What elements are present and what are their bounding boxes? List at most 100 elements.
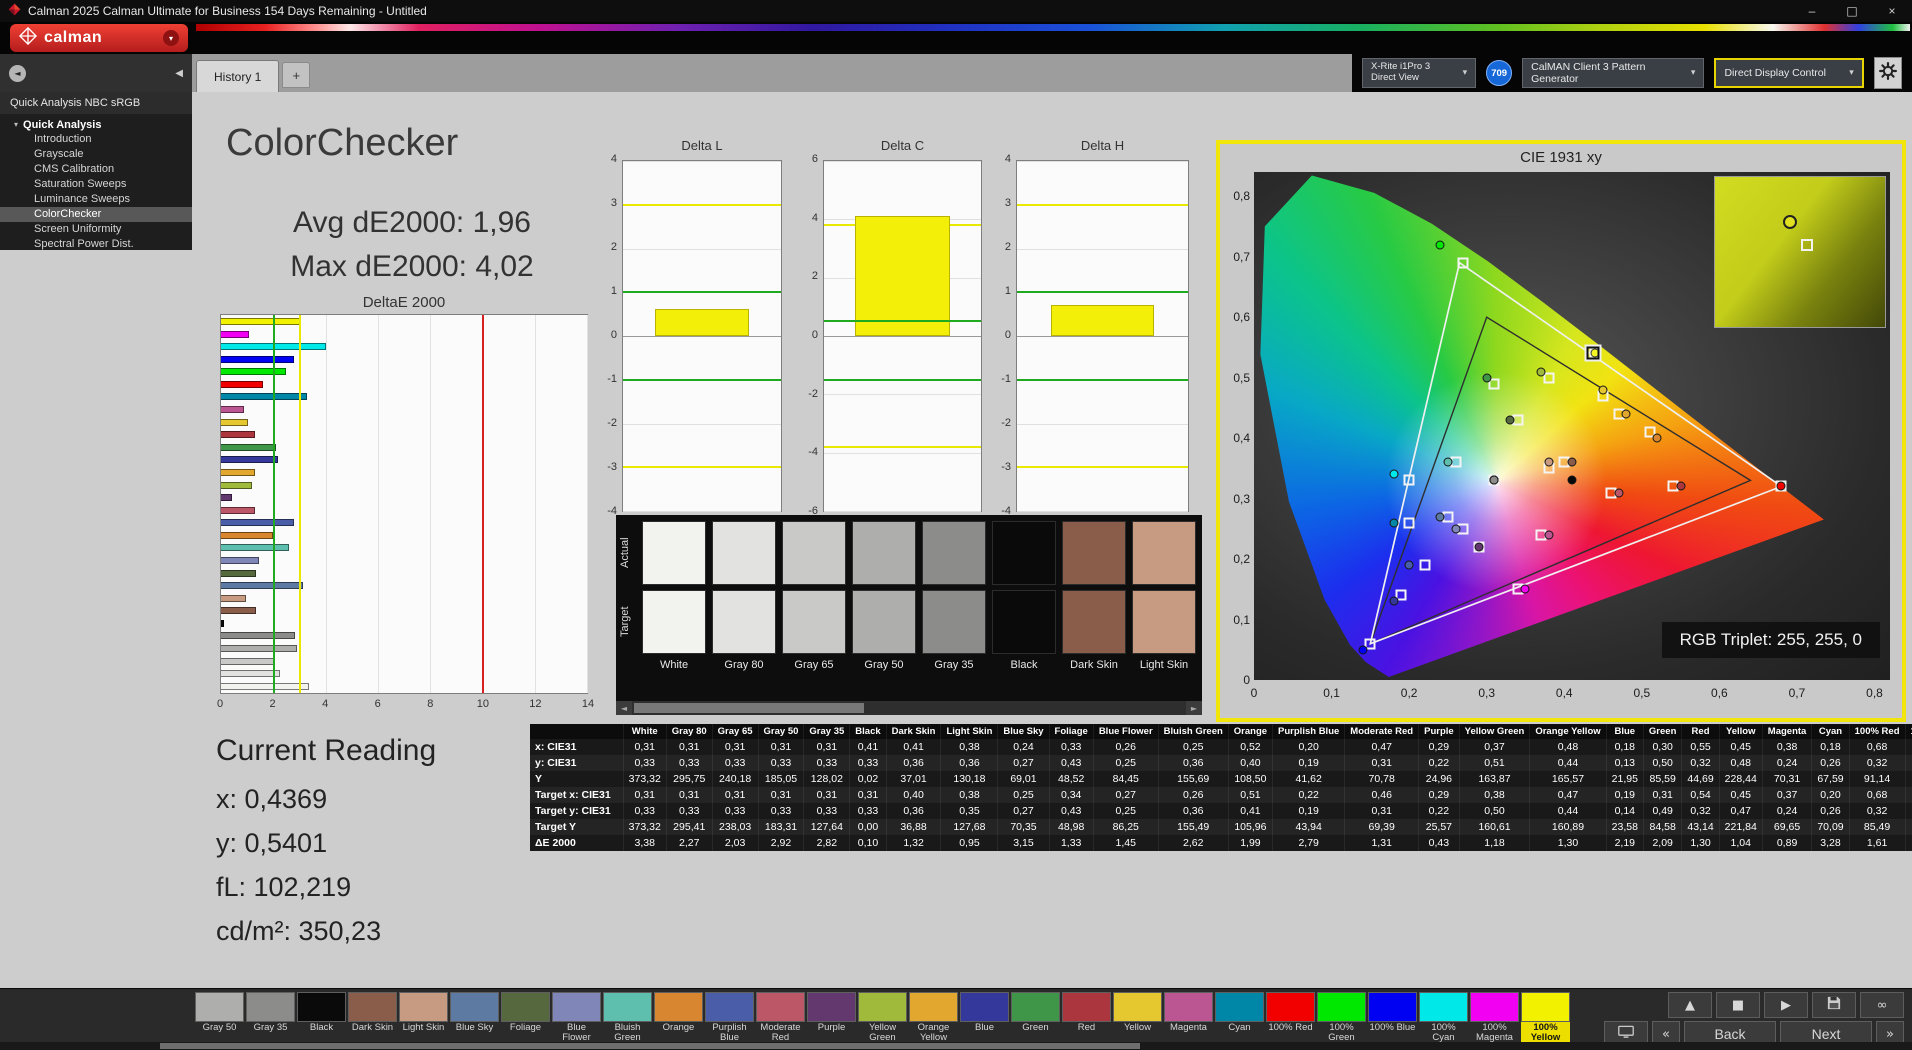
delta-bar — [1051, 304, 1154, 336]
pattern-button-orange-yellow[interactable]: Orange Yellow — [909, 992, 958, 1044]
pattern-button-gray-35[interactable]: Gray 35 — [246, 992, 295, 1044]
pattern-button-yellow-green[interactable]: Yellow Green — [858, 992, 907, 1044]
scroll-left-icon[interactable]: ◄ — [616, 701, 632, 715]
pattern-button-blue-sky[interactable]: Blue Sky — [450, 992, 499, 1044]
cell: 0,31 — [1643, 787, 1683, 803]
chevron-down-icon: ▾ — [1462, 67, 1468, 78]
scroll-right-icon[interactable]: ► — [1186, 701, 1202, 715]
cell: 0,33 — [849, 755, 887, 771]
cell: 1,32 — [886, 835, 942, 851]
chart-title: Delta H — [1080, 138, 1125, 153]
tree-expander-icon[interactable]: ▾ — [14, 120, 18, 129]
pattern-button-bluish-green[interactable]: Bluish Green — [603, 992, 652, 1044]
reading-cdm2: cd/m²: 350,23 — [216, 916, 382, 946]
pattern-button-orange[interactable]: Orange — [654, 992, 703, 1044]
yellow-threshold-line — [1017, 466, 1188, 469]
meter-dropdown[interactable]: X-Rite i1Pro 3 Direct View ▾ — [1362, 58, 1477, 88]
minimize-button[interactable]: – — [1792, 0, 1832, 22]
bottom-scrollbar[interactable] — [0, 1042, 1912, 1050]
cell: 0,36 — [1158, 755, 1229, 771]
sidebar-pin-icon[interactable]: ◄ — [9, 64, 26, 82]
pattern-button-blue[interactable]: Blue — [960, 992, 1009, 1044]
pattern-button-cyan[interactable]: Cyan — [1215, 992, 1264, 1044]
play-button[interactable]: ▶ — [1764, 992, 1808, 1018]
pattern-label: Black — [309, 1023, 334, 1033]
target-swatch-gray-65 — [782, 590, 846, 654]
cell: 2,27 — [666, 835, 713, 851]
swatch-scrollbar[interactable]: ◄ ► — [616, 701, 1202, 715]
cell: 0,40 — [1228, 755, 1274, 771]
settings-button[interactable] — [1873, 57, 1902, 89]
pattern-button-purplish-blue[interactable]: Purplish Blue — [705, 992, 754, 1044]
cell: 84,45 — [1093, 771, 1159, 787]
sidebar-item-screen-uniformity[interactable]: Screen Uniformity — [0, 222, 192, 237]
sidebar-item-cms-calibration[interactable]: CMS Calibration — [0, 162, 192, 177]
x-tick-label: 10 — [476, 698, 489, 710]
scrollbar-thumb[interactable] — [634, 703, 864, 713]
cell: 0,25 — [997, 787, 1050, 803]
reading-fl: fL: 102,219 — [216, 872, 352, 902]
pattern-button-light-skin[interactable]: Light Skin — [399, 992, 448, 1044]
bottom-scrollbar-thumb[interactable] — [160, 1043, 1140, 1049]
pattern-button-100-red[interactable]: 100% Red — [1266, 992, 1315, 1044]
cie-x-tick-label: 0 — [1250, 686, 1258, 700]
pattern-button-gray-50[interactable]: Gray 50 — [195, 992, 244, 1044]
pattern-button-red[interactable]: Red — [1062, 992, 1111, 1044]
column-header-gray-50: Gray 50 — [758, 724, 805, 739]
pattern-button-100-blue[interactable]: 100% Blue — [1368, 992, 1417, 1044]
deltae-bar-row — [221, 406, 587, 414]
cell: 0,19 — [1606, 787, 1644, 803]
pattern-button-black[interactable]: Black — [297, 992, 346, 1044]
pattern-window-up-button[interactable]: ▲ — [1668, 992, 1712, 1018]
sidebar-item-spectral-power-dist-[interactable]: Spectral Power Dist. — [0, 237, 192, 252]
pattern-button-100-magenta[interactable]: 100% Magenta — [1470, 992, 1519, 1044]
pattern-label: Blue Flower — [562, 1023, 591, 1043]
sidebar-item-grayscale[interactable]: Grayscale — [0, 147, 192, 162]
colorspace-badge[interactable]: 709 — [1486, 60, 1513, 86]
cell: 0,46 — [1344, 787, 1420, 803]
sidebar-item-saturation-sweeps[interactable]: Saturation Sweeps — [0, 177, 192, 192]
add-tab-button[interactable]: + — [282, 62, 311, 88]
y-tick-label: -1 — [607, 373, 617, 385]
cell: 373,32 — [623, 771, 667, 787]
cell: 0,36 — [886, 755, 942, 771]
row-header: Target Y — [530, 819, 624, 835]
tab-history-1[interactable]: History 1 — [196, 60, 280, 92]
pattern-button-100-cyan[interactable]: 100% Cyan — [1419, 992, 1468, 1044]
pattern-button-moderate-red[interactable]: Moderate Red — [756, 992, 805, 1044]
save-button[interactable] — [1812, 992, 1856, 1018]
maximize-button[interactable]: □ — [1832, 0, 1872, 22]
pattern-generator-dropdown[interactable]: CalMAN Client 3 Pattern Generator ▾ — [1522, 58, 1705, 88]
cell: 0,33 — [803, 803, 851, 819]
rgb-triplet-readout: RGB Triplet: 255, 255, 0 — [1661, 622, 1880, 658]
y-tick-label: 3 — [1004, 197, 1011, 209]
swatch-label: Light Skin — [1139, 659, 1189, 671]
sidebar-collapse-icon[interactable]: ◀ — [175, 68, 183, 79]
y-tick-label: 2 — [1004, 241, 1011, 253]
sidebar-item-introduction[interactable]: Introduction — [0, 132, 192, 147]
cell: 258,24 — [1905, 819, 1912, 835]
close-button[interactable]: × — [1872, 0, 1912, 22]
display-control-dropdown[interactable]: Direct Display Control ▾ — [1714, 58, 1864, 88]
sidebar-item-luminance-sweeps[interactable]: Luminance Sweeps — [0, 192, 192, 207]
pattern-button-foliage[interactable]: Foliage — [501, 992, 550, 1044]
stop-button[interactable]: ■ — [1716, 992, 1760, 1018]
pattern-button-blue-flower[interactable]: Blue Flower — [552, 992, 601, 1044]
sidebar-item-root[interactable]: ▾ Quick Analysis — [0, 117, 192, 132]
pattern-button-100-yellow[interactable]: 100% Yellow — [1521, 992, 1570, 1044]
pattern-button-dark-skin[interactable]: Dark Skin — [348, 992, 397, 1044]
pattern-button-100-green[interactable]: 100% Green — [1317, 992, 1366, 1044]
continuous-measure-button[interactable]: ∞ — [1860, 992, 1904, 1018]
pattern-button-magenta[interactable]: Magenta — [1164, 992, 1213, 1044]
cell: 0,37 — [1459, 739, 1531, 755]
cell: 0,95 — [940, 835, 999, 851]
deltae-bar-row — [221, 393, 587, 401]
actual-row-label: Actual — [619, 537, 631, 569]
pattern-button-green[interactable]: Green — [1011, 992, 1060, 1044]
pattern-button-yellow[interactable]: Yellow — [1113, 992, 1162, 1044]
calman-menu-button[interactable]: calman ▾ — [10, 24, 188, 52]
sidebar-item-colorchecker[interactable]: ColorChecker — [0, 207, 192, 222]
zoom-inset — [1714, 176, 1886, 328]
pattern-button-purple[interactable]: Purple — [807, 992, 856, 1044]
cell: 2,62 — [1158, 835, 1229, 851]
